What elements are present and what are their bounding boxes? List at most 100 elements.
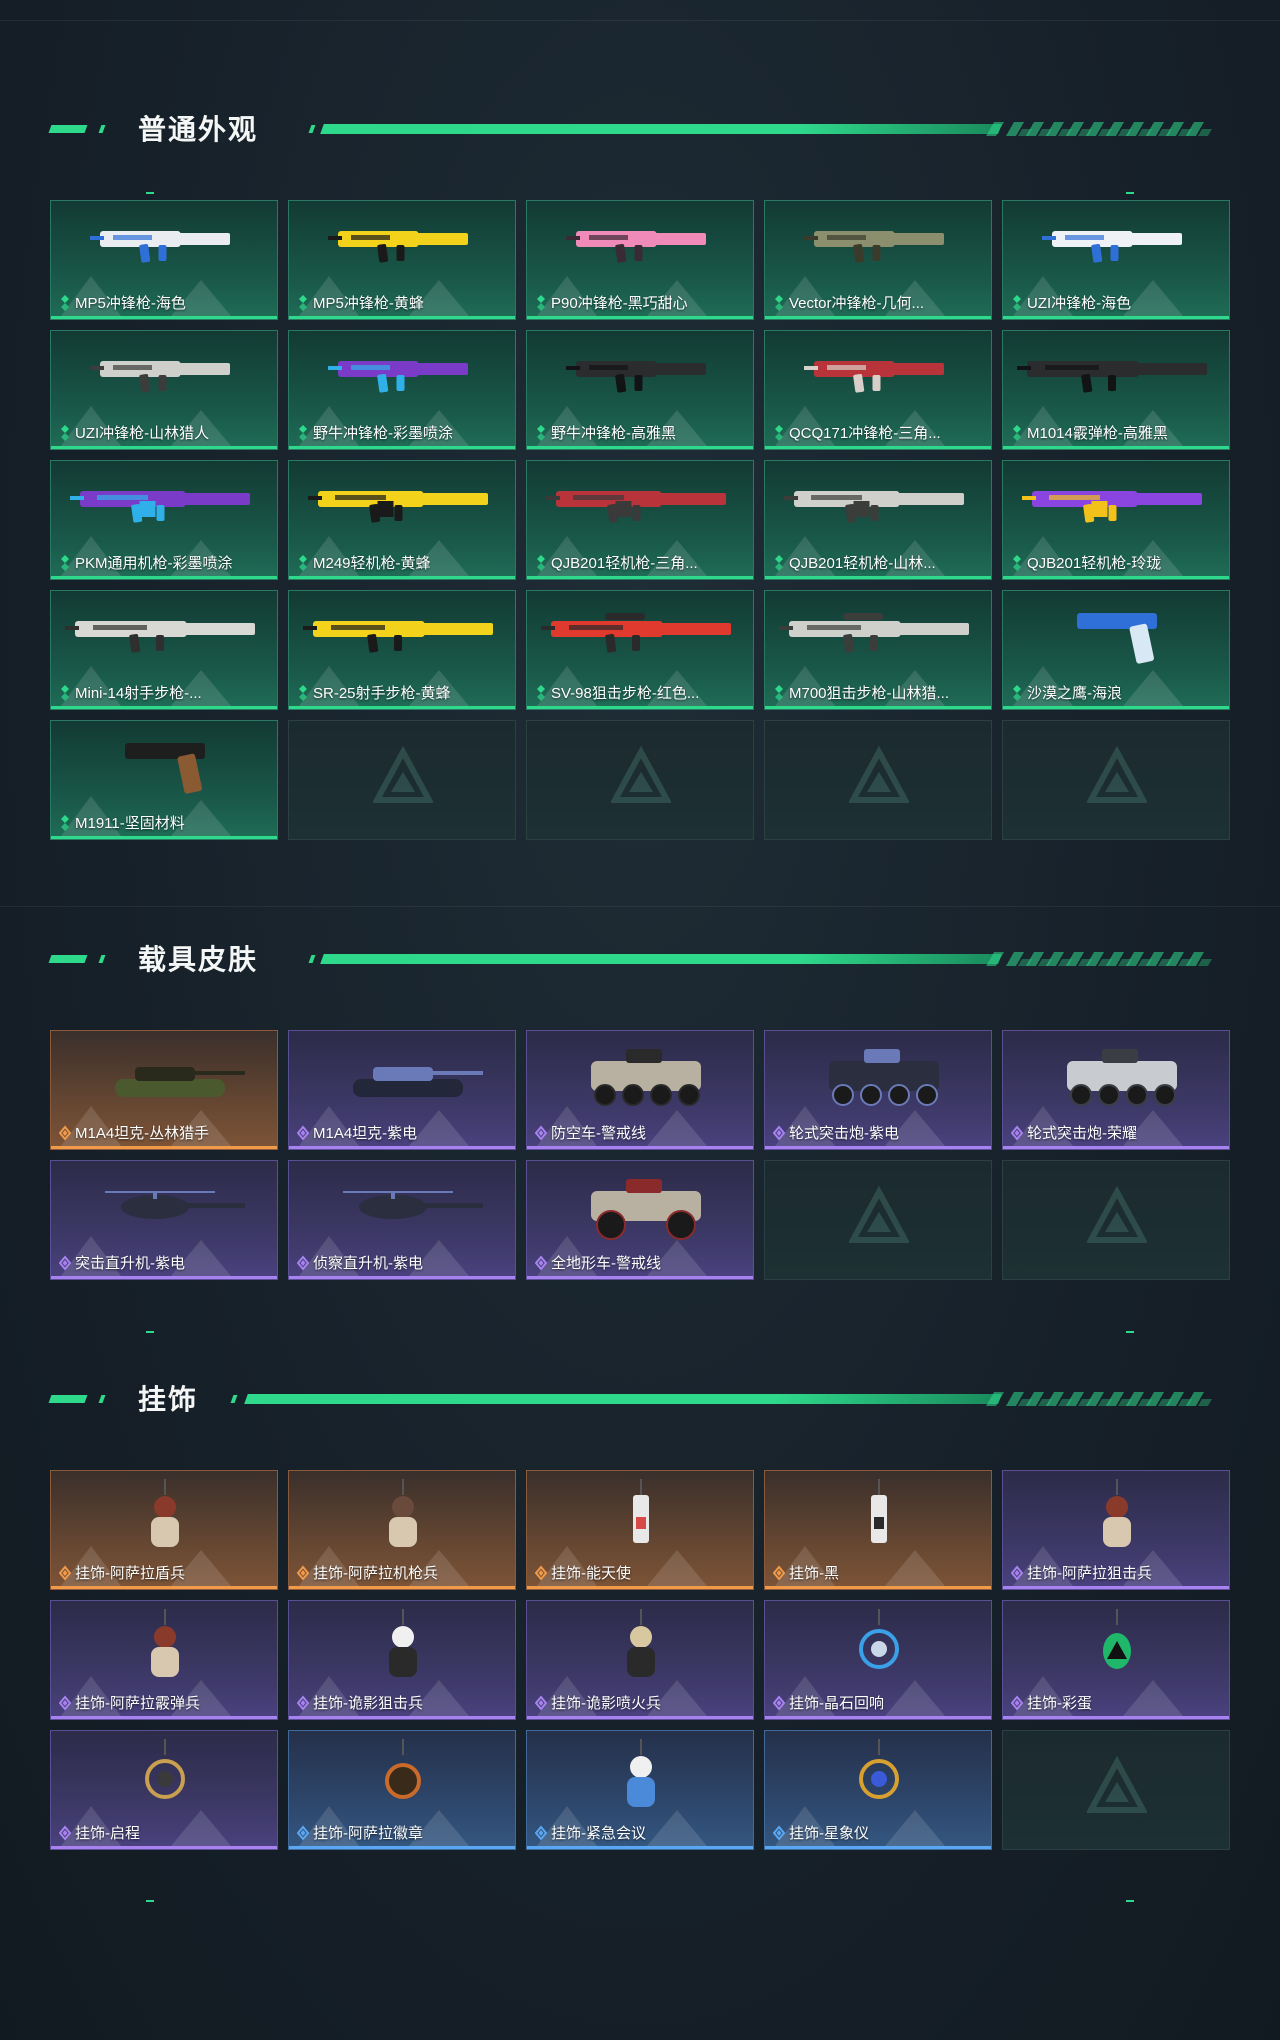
empty-slot <box>764 1160 992 1280</box>
divider <box>0 906 1280 907</box>
skin-card[interactable]: M1911-坚固材料 <box>50 720 278 840</box>
skin-card[interactable]: 挂饰-诡影喷火兵 <box>526 1600 754 1720</box>
skin-card[interactable]: 侦察直升机-紫电 <box>288 1160 516 1280</box>
helicopter-icon <box>105 1191 245 1219</box>
skin-card[interactable]: 挂饰-阿萨拉机枪兵 <box>288 1470 516 1590</box>
skin-card[interactable]: SV-98狙击步枪-红色... <box>526 590 754 710</box>
skin-card[interactable]: 挂饰-阿萨拉盾兵 <box>50 1470 278 1590</box>
charm-figure-icon <box>627 1739 655 1807</box>
skin-card[interactable]: 挂饰-紧急会议 <box>526 1730 754 1850</box>
rarity-gem-icon <box>299 424 307 441</box>
skin-name: Mini-14射手步枪-... <box>59 682 271 703</box>
minidash <box>146 1331 154 1333</box>
helicopter-icon <box>343 1191 483 1219</box>
charm-ring-icon <box>859 1739 899 1799</box>
skin-card[interactable]: SR-25射手步枪-黄蜂 <box>288 590 516 710</box>
skin-card[interactable]: M249轻机枪-黄蜂 <box>288 460 516 580</box>
skin-collection-page: 普通外观 MP5冲锋枪-海色 MP5冲锋枪-黄蜂 P90冲锋枪-黑巧甜心 Vector… <box>0 0 1280 2040</box>
skin-name-text: 挂饰-阿萨拉盾兵 <box>75 1565 185 1582</box>
header-accent <box>48 125 88 133</box>
skin-card[interactable]: 挂饰-晶石回响 <box>764 1600 992 1720</box>
skin-card[interactable]: P90冲锋枪-黑巧甜心 <box>526 200 754 320</box>
placeholder-logo-icon <box>1087 1186 1147 1243</box>
header-bar <box>320 124 1002 134</box>
header-accent <box>98 1395 106 1403</box>
skin-card[interactable]: M1A4坦克-紫电 <box>288 1030 516 1150</box>
header-accent <box>230 1395 238 1403</box>
skin-name: 挂饰-星象仪 <box>773 1822 985 1843</box>
skin-card[interactable]: 野牛冲锋枪-彩墨喷涂 <box>288 330 516 450</box>
skin-card[interactable]: M700狙击步枪-山林猎... <box>764 590 992 710</box>
skin-name-text: Vector冲锋枪-几何... <box>789 295 925 312</box>
rarity-gem-icon <box>59 1124 71 1141</box>
charm-badge-icon <box>385 1739 421 1799</box>
skin-name: 野牛冲锋枪-高雅黑 <box>535 422 747 443</box>
rarity-gem-icon <box>299 554 307 571</box>
skin-card[interactable]: 挂饰-彩蛋 <box>1002 1600 1230 1720</box>
skin-card[interactable]: Vector冲锋枪-几何... <box>764 200 992 320</box>
rarity-gem-icon <box>59 1254 71 1271</box>
header-accent <box>48 1395 88 1403</box>
skin-card[interactable]: 挂饰-阿萨拉徽章 <box>288 1730 516 1850</box>
skin-card[interactable]: 全地形车-警戒线 <box>526 1160 754 1280</box>
skin-card[interactable]: 挂饰-星象仪 <box>764 1730 992 1850</box>
skin-card[interactable]: Mini-14射手步枪-... <box>50 590 278 710</box>
skin-name: 轮式突击炮-紫电 <box>773 1122 985 1143</box>
skin-card[interactable]: 轮式突击炮-紫电 <box>764 1030 992 1150</box>
skin-card[interactable]: 沙漠之鹰-海浪 <box>1002 590 1230 710</box>
skin-card[interactable]: QJB201轻机枪-山林... <box>764 460 992 580</box>
skin-name: M1911-坚固材料 <box>59 812 271 833</box>
rifle-icon <box>65 621 255 653</box>
skin-name-text: 挂饰-诡影狙击兵 <box>313 1695 423 1712</box>
skin-card[interactable]: 突击直升机-紫电 <box>50 1160 278 1280</box>
skin-name-text: 挂饰-阿萨拉霰弹兵 <box>75 1695 200 1712</box>
skin-name: PKM通用机枪-彩墨喷涂 <box>59 552 271 573</box>
skin-name-text: M700狙击步枪-山林猎... <box>789 685 950 702</box>
skin-name-text: 挂饰-诡影喷火兵 <box>551 1695 661 1712</box>
skin-name: QJB201轻机枪-山林... <box>773 552 985 573</box>
charm-figure-icon <box>389 1479 417 1547</box>
skin-name: 挂饰-阿萨拉徽章 <box>297 1822 509 1843</box>
skin-card[interactable]: M1014霰弹枪-高雅黑 <box>1002 330 1230 450</box>
rarity-gem-icon <box>775 684 783 701</box>
skin-card[interactable]: QJB201轻机枪-玲珑 <box>1002 460 1230 580</box>
skin-name-text: M249轻机枪-黄蜂 <box>313 555 431 572</box>
skin-card[interactable]: 野牛冲锋枪-高雅黑 <box>526 330 754 450</box>
skin-name: UZI冲锋枪-山林猎人 <box>59 422 271 443</box>
skin-name: M249轻机枪-黄蜂 <box>297 552 509 573</box>
skin-card[interactable]: 挂饰-启程 <box>50 1730 278 1850</box>
machinegun-icon <box>308 491 488 523</box>
skin-card[interactable]: 轮式突击炮-荣耀 <box>1002 1030 1230 1150</box>
skin-name-text: 侦察直升机-紫电 <box>313 1255 423 1272</box>
skin-name: M700狙击步枪-山林猎... <box>773 682 985 703</box>
skin-name: UZI冲锋枪-海色 <box>1011 292 1223 313</box>
empty-slot <box>1002 1160 1230 1280</box>
skin-card[interactable]: 防空车-警戒线 <box>526 1030 754 1150</box>
skin-name: 挂饰-能天使 <box>535 1562 747 1583</box>
skin-name: Vector冲锋枪-几何... <box>773 292 985 313</box>
rarity-gem-icon <box>299 684 307 701</box>
skin-card[interactable]: MP5冲锋枪-黄蜂 <box>288 200 516 320</box>
skin-card[interactable]: QCQ171冲锋枪-三角... <box>764 330 992 450</box>
skin-name-text: 挂饰-彩蛋 <box>1027 1695 1092 1712</box>
skin-card[interactable]: M1A4坦克-丛林猎手 <box>50 1030 278 1150</box>
skin-card[interactable]: 挂饰-能天使 <box>526 1470 754 1590</box>
skin-name-text: QJB201轻机枪-玲珑 <box>1027 555 1162 572</box>
weapon-skin-grid: MP5冲锋枪-海色 MP5冲锋枪-黄蜂 P90冲锋枪-黑巧甜心 Vector冲锋枪-几… <box>50 200 1230 840</box>
section-title: 载具皮肤 <box>138 944 259 975</box>
machinegun-icon <box>784 491 964 523</box>
skin-card[interactable]: PKM通用机枪-彩墨喷涂 <box>50 460 278 580</box>
minidash <box>1126 1900 1134 1902</box>
skin-card[interactable]: QJB201轻机枪-三角... <box>526 460 754 580</box>
machinegun-icon <box>70 491 250 523</box>
shotgun-icon <box>1017 361 1207 393</box>
skin-card[interactable]: UZI冲锋枪-山林猎人 <box>50 330 278 450</box>
skin-card[interactable]: 挂饰-阿萨拉霰弹兵 <box>50 1600 278 1720</box>
pistol-icon <box>125 743 205 794</box>
skin-card[interactable]: MP5冲锋枪-海色 <box>50 200 278 320</box>
skin-card[interactable]: 挂饰-诡影狙击兵 <box>288 1600 516 1720</box>
skin-name-text: 挂饰-黑 <box>789 1565 839 1582</box>
skin-card[interactable]: 挂饰-阿萨拉狙击兵 <box>1002 1470 1230 1590</box>
skin-card[interactable]: UZI冲锋枪-海色 <box>1002 200 1230 320</box>
skin-card[interactable]: 挂饰-黑 <box>764 1470 992 1590</box>
